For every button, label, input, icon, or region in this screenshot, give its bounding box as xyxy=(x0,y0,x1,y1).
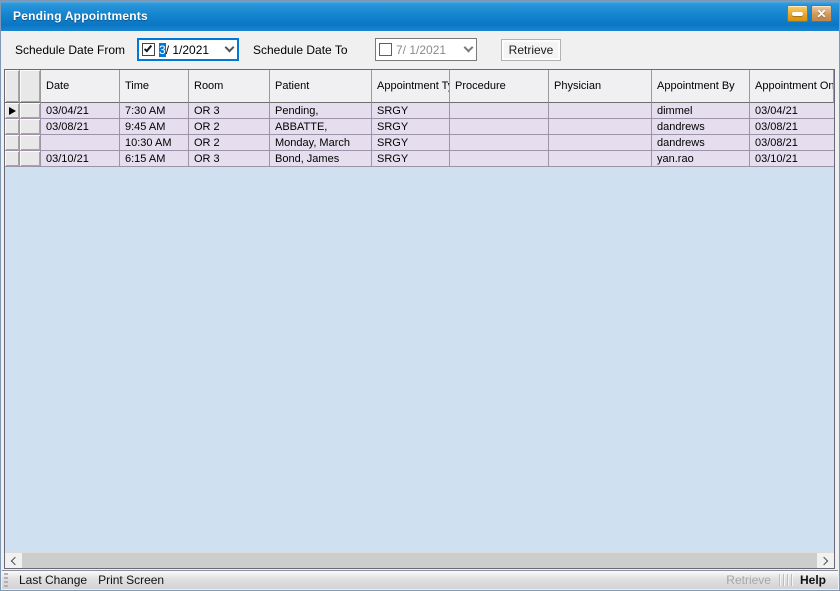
column-header-time[interactable]: Time xyxy=(120,70,189,103)
filter-toolbar: Schedule Date From 3/ 1/2021 Schedule Da… xyxy=(2,31,838,68)
row-indicator-cell[interactable] xyxy=(5,151,20,167)
column-header-physician[interactable]: Physician xyxy=(549,70,652,103)
cell-patient[interactable]: Pending, xyxy=(270,103,372,119)
cell-date[interactable]: 03/10/21 xyxy=(41,151,120,167)
schedule-date-from-picker[interactable]: 3/ 1/2021 xyxy=(137,38,239,61)
cell-patient[interactable]: ABBATTE, xyxy=(270,119,372,135)
chevron-left-icon xyxy=(11,556,19,564)
status-bar: Last Change Print Screen Retrieve Help xyxy=(2,570,838,589)
cell-appointment-by[interactable]: dandrews xyxy=(652,119,750,135)
cell-appointment-by[interactable]: dimmel xyxy=(652,103,750,119)
scroll-right-button[interactable] xyxy=(817,553,834,568)
row-select-cell[interactable] xyxy=(20,135,41,151)
schedule-date-to-label: Schedule Date To xyxy=(253,43,363,57)
cell-appointment-on[interactable]: 03/04/21 xyxy=(750,103,834,119)
cell-time[interactable]: 7:30 AM xyxy=(120,103,189,119)
scroll-left-button[interactable] xyxy=(5,553,22,568)
cell-procedure[interactable] xyxy=(450,103,549,119)
row-select-header xyxy=(20,70,41,103)
cell-procedure[interactable] xyxy=(450,119,549,135)
cell-room[interactable]: OR 3 xyxy=(189,151,270,167)
cell-appointment-on[interactable]: 03/08/21 xyxy=(750,119,834,135)
table-row[interactable]: 03/04/21 7:30 AM OR 3 Pending, SRGY dimm… xyxy=(5,103,834,119)
column-header-appointment-on[interactable]: Appointment On xyxy=(750,70,834,103)
close-icon: ✕ xyxy=(816,8,826,20)
cell-date[interactable]: 03/08/21 xyxy=(41,119,120,135)
cell-patient[interactable]: Bond, James xyxy=(270,151,372,167)
chevron-down-icon[interactable] xyxy=(464,43,474,53)
table-row[interactable]: 03/10/21 6:15 AM OR 3 Bond, James SRGY y… xyxy=(5,151,834,167)
last-change-button[interactable]: Last Change xyxy=(19,573,87,587)
schedule-date-to-value[interactable]: 7/ 1/2021 xyxy=(396,43,465,57)
row-select-cell[interactable] xyxy=(20,103,41,119)
cell-physician[interactable] xyxy=(549,151,652,167)
cell-patient[interactable]: Monday, March xyxy=(270,135,372,151)
row-select-cell[interactable] xyxy=(20,119,41,135)
cell-appointment-by[interactable]: yan.rao xyxy=(652,151,750,167)
column-header-appointment-type[interactable]: Appointment Type xyxy=(372,70,450,103)
cell-appointment-type[interactable]: SRGY xyxy=(372,151,450,167)
cell-date[interactable]: 03/04/21 xyxy=(41,103,120,119)
close-button[interactable]: ✕ xyxy=(811,5,832,22)
column-header-room[interactable]: Room xyxy=(189,70,270,103)
cell-time[interactable]: 10:30 AM xyxy=(120,135,189,151)
chevron-right-icon xyxy=(820,556,828,564)
column-header-date[interactable]: Date xyxy=(41,70,120,103)
minimize-icon xyxy=(792,12,803,16)
schedule-date-to-checkbox[interactable] xyxy=(379,43,392,56)
statusbar-grip xyxy=(4,573,8,587)
cell-time[interactable]: 9:45 AM xyxy=(120,119,189,135)
scrollbar-thumb[interactable] xyxy=(22,553,817,568)
table-row[interactable]: 10:30 AM OR 2 Monday, March SRGY dandrew… xyxy=(5,135,834,151)
column-header-appointment-by[interactable]: Appointment By xyxy=(652,70,750,103)
row-indicator-cell[interactable] xyxy=(5,103,20,119)
cell-physician[interactable] xyxy=(549,119,652,135)
cell-appointment-on[interactable]: 03/08/21 xyxy=(750,135,834,151)
cell-room[interactable]: OR 2 xyxy=(189,119,270,135)
cell-room[interactable]: OR 2 xyxy=(189,135,270,151)
schedule-date-from-value[interactable]: 3/ 1/2021 xyxy=(159,43,226,57)
cell-room[interactable]: OR 3 xyxy=(189,103,270,119)
cell-date[interactable] xyxy=(41,135,120,151)
retrieve-button[interactable]: Retrieve xyxy=(501,39,561,61)
scrollbar-track[interactable] xyxy=(22,553,817,568)
retrieve-status-button[interactable]: Retrieve xyxy=(726,573,771,587)
row-indicator-cell[interactable] xyxy=(5,135,20,151)
column-header-patient[interactable]: Patient xyxy=(270,70,372,103)
print-screen-button[interactable]: Print Screen xyxy=(98,573,164,587)
cell-physician[interactable] xyxy=(549,103,652,119)
window-controls: ✕ xyxy=(787,5,832,22)
window-title: Pending Appointments xyxy=(13,9,148,23)
row-indicator-header xyxy=(5,70,20,103)
cell-procedure[interactable] xyxy=(450,135,549,151)
grid-header-row: Date Time Room Patient Appointment Type … xyxy=(5,70,834,103)
schedule-date-from-label: Schedule Date From xyxy=(15,43,125,57)
cell-appointment-by[interactable]: dandrews xyxy=(652,135,750,151)
cell-appointment-type[interactable]: SRGY xyxy=(372,103,450,119)
schedule-date-to-picker[interactable]: 7/ 1/2021 xyxy=(375,38,477,61)
cell-appointment-type[interactable]: SRGY xyxy=(372,119,450,135)
chevron-down-icon[interactable] xyxy=(225,43,235,53)
minimize-button[interactable] xyxy=(787,5,808,22)
horizontal-scrollbar[interactable] xyxy=(5,552,834,568)
column-header-procedure[interactable]: Procedure xyxy=(450,70,549,103)
appointments-grid: Date Time Room Patient Appointment Type … xyxy=(4,69,835,569)
current-row-indicator-icon xyxy=(9,107,16,115)
cell-time[interactable]: 6:15 AM xyxy=(120,151,189,167)
cell-procedure[interactable] xyxy=(450,151,549,167)
cell-appointment-on[interactable]: 03/10/21 xyxy=(750,151,834,167)
check-icon xyxy=(144,44,152,53)
help-button[interactable]: Help xyxy=(800,573,826,587)
row-indicator-cell[interactable] xyxy=(5,119,20,135)
cell-appointment-type[interactable]: SRGY xyxy=(372,135,450,151)
cell-physician[interactable] xyxy=(549,135,652,151)
pending-appointments-window: Pending Appointments ✕ Schedule Date Fro… xyxy=(0,0,840,591)
row-select-cell[interactable] xyxy=(20,151,41,167)
table-row[interactable]: 03/08/21 9:45 AM OR 2 ABBATTE, SRGY dand… xyxy=(5,119,834,135)
schedule-date-from-checkbox[interactable] xyxy=(142,43,155,56)
title-bar[interactable]: Pending Appointments ✕ xyxy=(1,1,839,31)
statusbar-separators xyxy=(779,574,792,586)
